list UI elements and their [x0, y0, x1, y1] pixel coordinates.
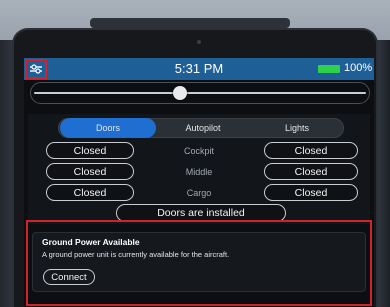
brightness-slider[interactable] — [34, 92, 366, 94]
tab-doors[interactable]: Doors — [60, 118, 156, 138]
middle-left-door-button[interactable]: Closed — [46, 163, 134, 180]
cargo-right-door-button[interactable]: Closed — [264, 184, 358, 201]
connect-button[interactable]: Connect — [43, 269, 95, 285]
middle-right-door-button[interactable]: Closed — [264, 163, 358, 180]
tab-lights[interactable]: Lights — [250, 118, 344, 138]
status-bar: 5:31 PM 100% — [24, 58, 374, 80]
cargo-left-door-button[interactable]: Closed — [46, 184, 134, 201]
battery-percent: 100% — [344, 62, 373, 74]
cockpit-left-door-button[interactable]: Closed — [46, 142, 134, 159]
tablet-screen: 5:31 PM 100% Doors Autopilot Lights Clos… — [24, 58, 374, 307]
cockpit-right-door-button[interactable]: Closed — [264, 142, 358, 159]
battery-icon — [318, 65, 340, 73]
brightness-slider-thumb[interactable] — [173, 86, 188, 100]
tab-autopilot[interactable]: Autopilot — [156, 118, 250, 138]
tablet-mount — [90, 18, 290, 28]
tablet-camera — [197, 40, 201, 44]
door-label-middle: Middle — [185, 167, 213, 177]
ground-power-title: Ground Power Available — [42, 237, 140, 247]
door-label-cargo: Cargo — [186, 188, 212, 198]
ground-power-message: A ground power unit is currently availab… — [42, 250, 230, 259]
door-label-cockpit: Cockpit — [183, 146, 214, 156]
